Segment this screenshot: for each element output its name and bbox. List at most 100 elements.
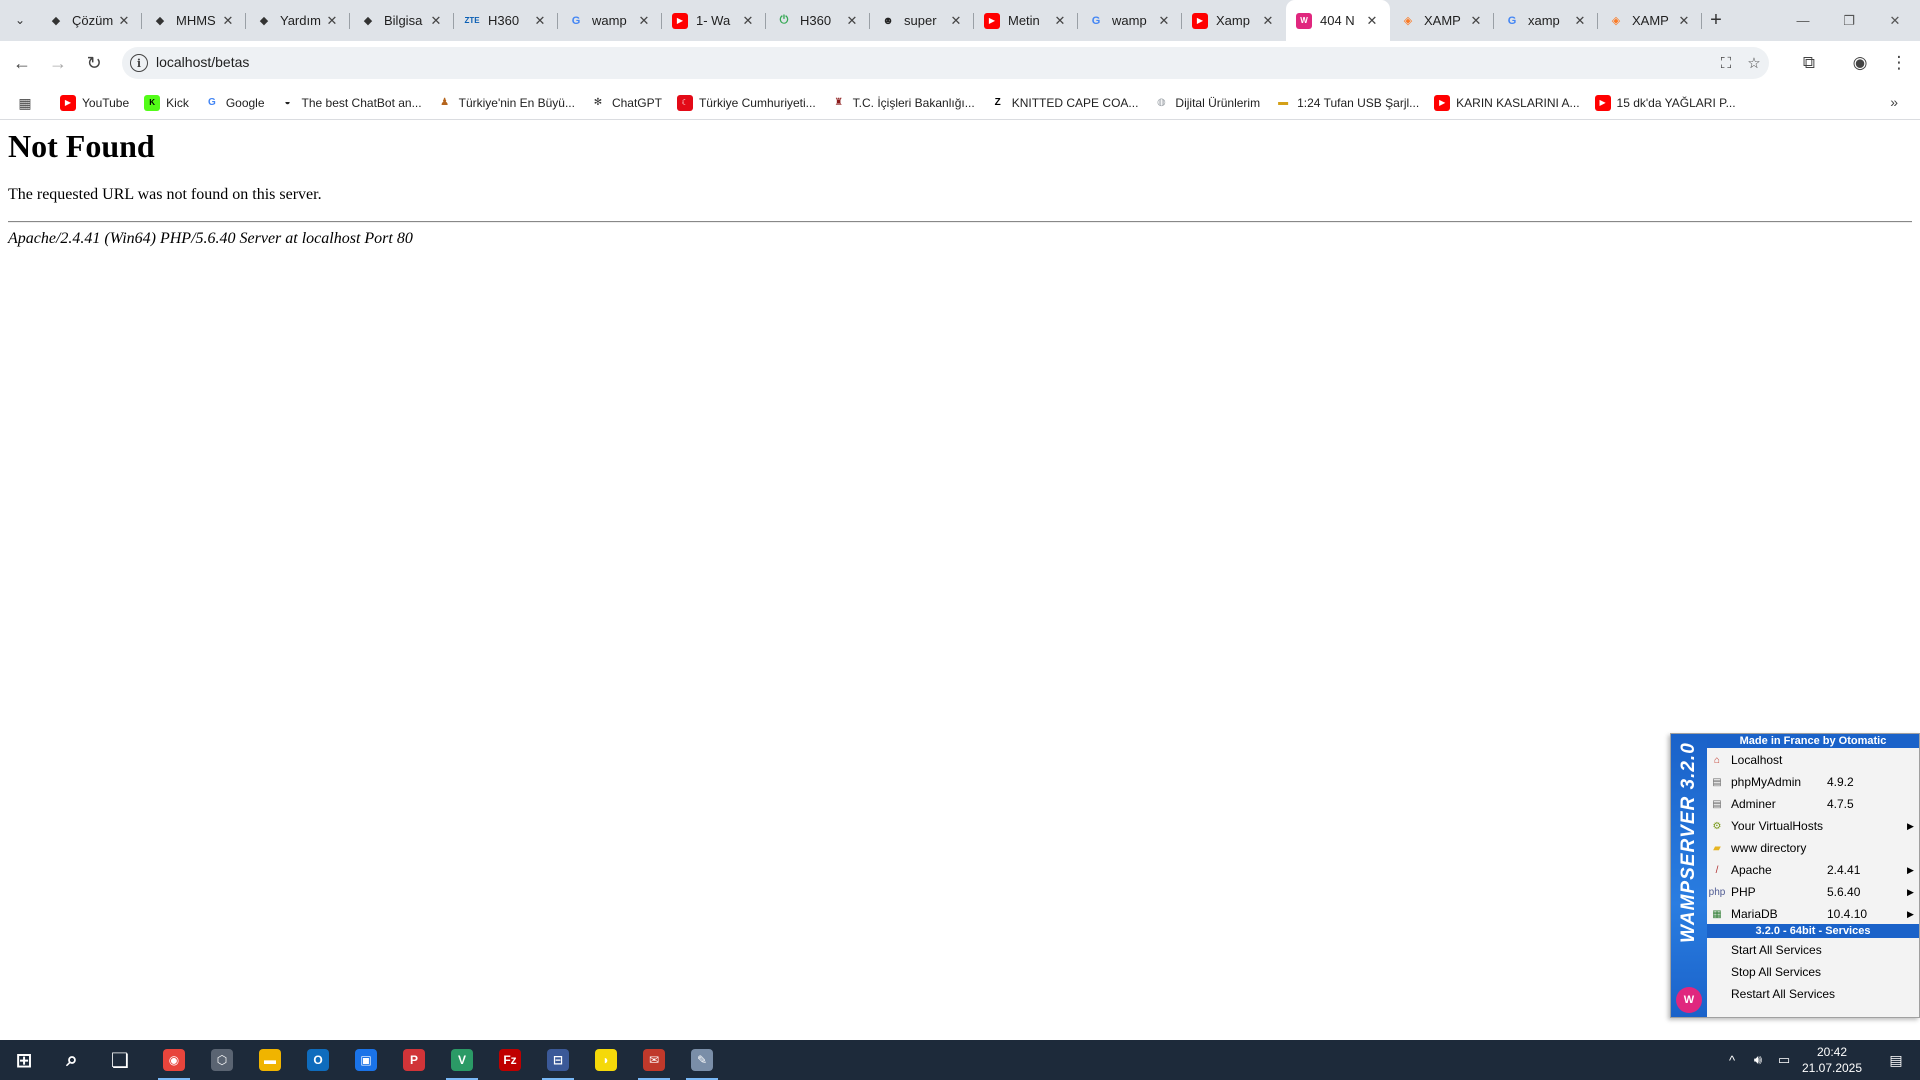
close-window-icon[interactable]: ✕ [1872,0,1918,41]
tab[interactable]: ZTE H360 ✕ [454,0,558,41]
extensions-icon[interactable]: ⧉ [1796,50,1822,76]
tab-close-icon[interactable]: ✕ [1052,13,1068,29]
profile-icon[interactable]: ◉ [1847,50,1873,76]
address-url[interactable]: localhost/betas [156,54,249,70]
wamp-menu-item[interactable]: ▦ MariaDB 10.4.10 ▶ [1707,903,1919,925]
tab-close-icon[interactable]: ✕ [844,13,860,29]
address-bar[interactable]: i localhost/betas ⛶ ☆ [122,47,1769,79]
wamp-menu-item[interactable]: ▰ www directory [1707,837,1919,859]
tab-close-icon[interactable]: ✕ [324,13,340,29]
notification-icon[interactable]: ▤ [1872,1040,1920,1080]
tab-close-icon[interactable]: ✕ [948,13,964,29]
more-bookmarks-icon[interactable]: » [1890,94,1898,110]
folder-icon: ▰ [1713,842,1721,854]
tab-close-icon[interactable]: ✕ [636,13,652,29]
app-hexagon-icon[interactable]: ⬡ [198,1040,246,1080]
bookmark-item[interactable]: ◍ Dijital Ürünlerim [1147,89,1266,117]
wamp-menu-item[interactable]: / Apache 2.4.41 ▶ [1707,859,1919,881]
google-icon: G [1091,14,1101,27]
tab[interactable]: Gxamp ✕ [1494,0,1598,41]
wamp-menu-item[interactable]: ▤ Adminer 4.7.5 [1707,793,1919,815]
tab[interactable]: ◈ XAMP ✕ [1598,0,1702,41]
bookmark-star-icon[interactable]: ☆ [1744,53,1764,73]
site-info-icon[interactable]: i [130,54,148,72]
tab[interactable]: W 404 N ✕ [1286,0,1390,41]
app-mail-icon[interactable]: ✉ [630,1040,678,1080]
bookmark-item[interactable]: ✻ ChatGPT [584,89,668,117]
bookmark-item[interactable]: ☾ Türkiye Cumhuriyeti... [671,89,822,117]
bookmark-item[interactable]: Z KNITTED CAPE COA... [984,89,1145,117]
tab-close-icon[interactable]: ✕ [1260,13,1276,29]
system-clock[interactable]: 20:42 21.07.2025 [1800,1044,1864,1076]
tab-close-icon[interactable]: ✕ [1572,13,1588,29]
wamp-menu-item[interactable]: ⌂ Localhost [1707,749,1919,771]
task-view-icon[interactable]: ❏ [96,1040,144,1080]
tab-close-icon[interactable]: ✕ [220,13,236,29]
wamp-service-item[interactable]: Stop All Services [1707,961,1919,983]
tab-close-icon[interactable]: ✕ [1676,13,1692,29]
tab-close-icon[interactable]: ✕ [116,13,132,29]
tab-close-icon[interactable]: ✕ [740,13,756,29]
tray-overflow-icon[interactable]: ^ [1720,1040,1744,1080]
wamp-menu-item[interactable]: ▤ phpMyAdmin 4.9.2 [1707,771,1919,793]
start-icon[interactable]: ⊞ [0,1040,48,1080]
wamp-menu-item[interactable]: php PHP 5.6.40 ▶ [1707,881,1919,903]
tab-close-icon[interactable]: ✕ [1156,13,1172,29]
chrome-icon[interactable]: ◉ [150,1040,198,1080]
tab-close-icon[interactable]: ✕ [1468,13,1484,29]
new-tab-button[interactable]: + [1704,8,1728,32]
tab-close-icon[interactable]: ✕ [532,13,548,29]
minimize-icon[interactable]: — [1780,0,1826,41]
network-tray-icon[interactable]: ▭ [1772,1040,1796,1080]
tab-search-chevron-icon[interactable]: ⌄ [8,8,32,32]
bookmark-item[interactable]: K Kick [138,89,195,117]
paint-icon[interactable]: ✎ [678,1040,726,1080]
tab[interactable]: Gwamp ✕ [558,0,662,41]
tab[interactable]: ◈ XAMP ✕ [1390,0,1494,41]
tab[interactable]: ▶ Xamp ✕ [1182,0,1286,41]
filezilla-icon[interactable]: Fz [486,1040,534,1080]
back-icon[interactable]: ← [8,49,36,77]
bookmark-item[interactable]: ▶ 15 dk'da YAĞLARI P... [1589,89,1742,117]
tab[interactable]: ◆ Bilgisa ✕ [350,0,454,41]
search-icon[interactable]: ⌕ [48,1040,96,1080]
tab[interactable]: ◆ MHMS ✕ [142,0,246,41]
sticky-icon[interactable]: ◗ [582,1040,630,1080]
tab[interactable]: ◆ Çözüm ✕ [38,0,142,41]
bookmark-item[interactable]: G Google [198,89,271,117]
app-red-icon[interactable]: P [390,1040,438,1080]
bookmark-item[interactable]: ▶ KARIN KASLARINI A... [1428,89,1585,117]
bookmark-item[interactable]: ♜ T.C. İçişleri Bakanlığı... [825,89,981,117]
bookmark-item[interactable]: ◒ The best ChatBot an... [274,89,428,117]
reload-icon[interactable]: ↻ [80,49,108,77]
store-icon[interactable]: ▣ [342,1040,390,1080]
network-icon[interactable]: ⊟ [534,1040,582,1080]
restore-icon[interactable]: ❐ [1826,0,1872,41]
outlook-icon[interactable]: O [294,1040,342,1080]
file-explorer-icon[interactable]: ▬ [246,1040,294,1080]
bookmark-item[interactable]: ♟ Türkiye'nin En Büyü... [431,89,581,117]
tab-label: Bilgisa [384,13,423,28]
tab[interactable]: Gwamp ✕ [1078,0,1182,41]
bookmark-item[interactable]: ▬ 1:24 Tufan USB Şarjl... [1269,89,1425,117]
tab[interactable]: ▶ 1- Wa ✕ [662,0,766,41]
home-icon: ⌂ [1713,754,1721,766]
tab[interactable]: ▶ Metin ✕ [974,0,1078,41]
tab[interactable]: ◆ Yardım ✕ [246,0,350,41]
wamp-menu-item[interactable]: ⚙ Your VirtualHosts ▶ [1707,815,1919,837]
vscode-icon[interactable]: V [438,1040,486,1080]
bookmark-item[interactable]: ▶ YouTube [54,89,135,117]
tab-close-icon[interactable]: ✕ [1364,13,1380,29]
translate-icon[interactable]: ⛶ [1716,53,1736,73]
wamp-service-item[interactable]: Start All Services [1707,939,1919,961]
forward-icon[interactable]: → [44,49,72,77]
apps-grid-icon[interactable]: ▦ [16,94,34,112]
wamp-service-label: Stop All Services [1731,965,1822,979]
menu-kebab-icon[interactable]: ⋮ [1886,50,1912,76]
tab[interactable]: ⏻ H360 ✕ [766,0,870,41]
zte-icon: ZTE [464,16,480,25]
tab[interactable]: ☻ super ✕ [870,0,974,41]
wamp-service-item[interactable]: Restart All Services [1707,983,1919,1005]
volume-icon[interactable]: 🔊︎ [1746,1040,1770,1080]
tab-close-icon[interactable]: ✕ [428,13,444,29]
